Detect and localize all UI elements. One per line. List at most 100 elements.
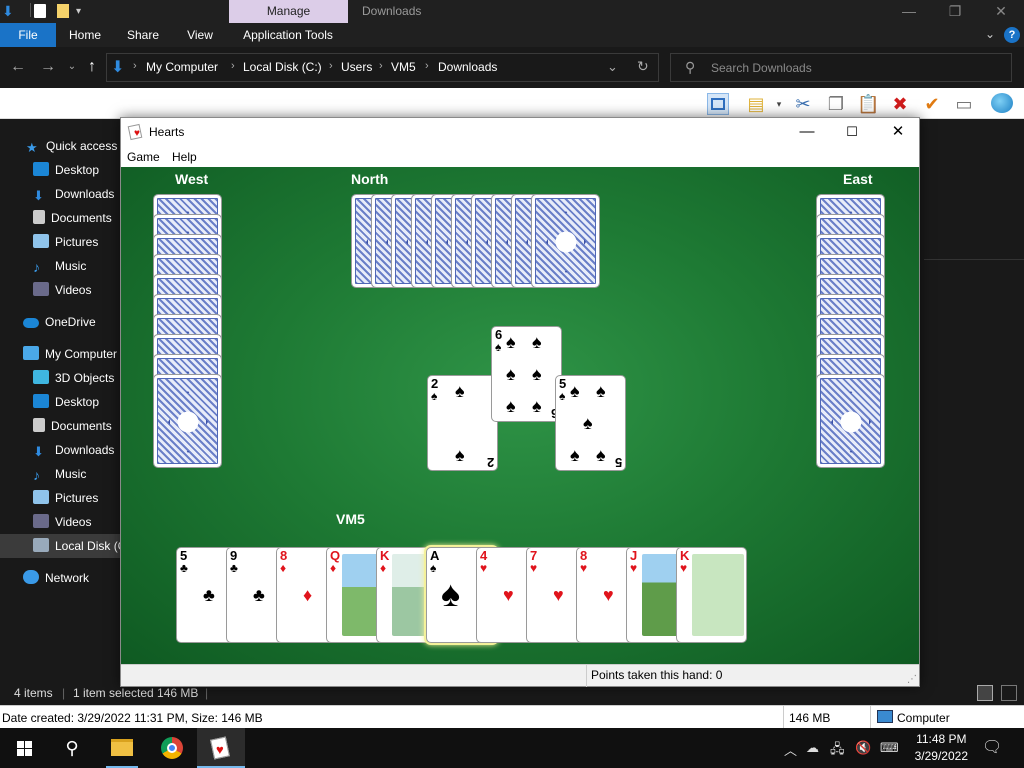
card-back-ornament (546, 211, 586, 273)
clock[interactable]: 11:48 PM 3/29/2022 (915, 731, 968, 765)
spade-pip-icon: ♠ (455, 381, 465, 401)
close-icon[interactable]: ✕ (875, 118, 921, 147)
notification-icon[interactable]: 🗨 (982, 737, 1002, 757)
minimize-icon[interactable]: — (886, 0, 932, 23)
card-back (153, 374, 222, 468)
chevron-down-icon[interactable]: ▾ (768, 93, 790, 115)
breadcrumb-vm5[interactable]: VM5 (391, 60, 416, 74)
pictures-icon (33, 234, 49, 248)
nav-3d-objects[interactable]: 3D Objects (33, 367, 114, 389)
breadcrumb-my-computer[interactable]: My Computer (146, 60, 218, 74)
large-icons-view-icon[interactable] (1001, 685, 1017, 701)
start-windows-icon[interactable] (0, 728, 48, 768)
card-suit: ♥ (580, 561, 588, 575)
menu-help[interactable]: Help (172, 150, 197, 164)
breadcrumb-local-disk[interactable]: Local Disk (C:) (243, 60, 322, 74)
check-mark-icon[interactable]: ✔ (921, 93, 943, 115)
new-folder-icon[interactable] (57, 4, 69, 18)
cut-scissors-icon[interactable]: ✂ (792, 93, 814, 115)
address-bar[interactable]: ⬇ › My Computer › Local Disk (C:) › User… (106, 53, 659, 82)
details-location: Computer (897, 711, 950, 725)
download-icon: ⬇ (33, 444, 44, 459)
chrome-icon[interactable] (148, 728, 196, 768)
nav-my-computer[interactable]: My Computer (23, 343, 117, 365)
rename-icon[interactable]: ▭ (953, 93, 975, 115)
nav-network[interactable]: Network (23, 567, 89, 589)
volume-muted-icon[interactable]: 🔇 (855, 740, 871, 756)
nav-downloads-2[interactable]: ⬇ Downloads (33, 439, 114, 461)
forward-arrow-icon[interactable]: → (39, 58, 57, 76)
tab-home[interactable]: Home (62, 23, 108, 47)
nav-pictures[interactable]: Pictures (33, 231, 98, 253)
divider (783, 706, 784, 730)
card-suit: ♠ (431, 389, 438, 403)
breadcrumb-users[interactable]: Users (341, 60, 372, 74)
expand-ribbon-chevron-icon[interactable]: ⌄ (985, 27, 995, 41)
hearts-taskbar-icon[interactable]: ♥ (197, 728, 245, 768)
nav-local-disk[interactable]: Local Disk (C (33, 535, 126, 557)
globe-icon[interactable] (991, 93, 1013, 115)
keyboard-icon[interactable]: ⌨ (880, 740, 899, 756)
nav-onedrive[interactable]: OneDrive (23, 311, 96, 333)
search-icon[interactable]: ⚲ (48, 728, 96, 768)
nav-desktop-2[interactable]: Desktop (33, 391, 99, 413)
maximize-icon[interactable]: ❐ (932, 0, 978, 23)
nav-documents-2[interactable]: Documents (33, 415, 112, 437)
nav-downloads[interactable]: ⬇ Downloads (33, 183, 114, 205)
show-hidden-icons-chevron-icon[interactable]: ︿ (784, 740, 797, 759)
copy-icon[interactable]: ❐ (825, 93, 847, 115)
back-arrow-icon[interactable]: ← (9, 58, 27, 76)
face-card-art (692, 554, 744, 636)
tab-manage[interactable]: Manage (229, 0, 348, 23)
nav-pictures-2[interactable]: Pictures (33, 487, 98, 509)
network-tray-icon[interactable]: 🖧 (830, 740, 845, 762)
maximize-icon[interactable]: ☐ (829, 118, 875, 147)
paste-clipboard-icon[interactable]: 📋 (857, 93, 879, 115)
chevron-right-icon[interactable]: › (379, 60, 383, 72)
refresh-icon[interactable]: ↻ (637, 58, 649, 75)
customize-toolbar-chevron-icon[interactable]: ▾ (76, 6, 92, 22)
breadcrumb-downloads[interactable]: Downloads (438, 60, 497, 74)
onedrive-cloud-icon[interactable]: ☁ (806, 740, 819, 756)
nav-music[interactable]: ♪ Music (33, 255, 86, 277)
tab-application-tools[interactable]: Application Tools (232, 23, 344, 47)
details-view-icon[interactable] (977, 685, 993, 701)
properties-icon[interactable] (34, 4, 46, 18)
pictures-icon (33, 490, 49, 504)
nav-quick-access[interactable]: ★ Quick access (26, 135, 117, 157)
layout-pane-icon[interactable] (707, 93, 729, 115)
nav-videos[interactable]: Videos (33, 279, 91, 301)
nav-videos-2[interactable]: Videos (33, 511, 91, 533)
item-count: 4 items (14, 686, 53, 700)
minimize-icon[interactable]: — (784, 118, 830, 147)
search-input[interactable]: ⚲ Search Downloads (670, 53, 1012, 82)
tab-share[interactable]: Share (122, 23, 164, 47)
nav-documents[interactable]: Documents (33, 207, 112, 229)
tab-view[interactable]: View (180, 23, 220, 47)
spade-pip-icon: ♠ (455, 445, 465, 465)
nav-desktop[interactable]: Desktop (33, 159, 99, 181)
chevron-right-icon[interactable]: › (329, 60, 333, 72)
address-dropdown-chevron-icon[interactable]: ⌄ (607, 59, 618, 75)
tab-file[interactable]: File (0, 23, 56, 47)
recent-locations-chevron-icon[interactable]: ⌄ (63, 61, 81, 72)
close-icon[interactable]: ✕ (978, 0, 1024, 23)
nav-music-2[interactable]: ♪ Music (33, 463, 86, 485)
up-arrow-icon[interactable]: ↑ (83, 58, 101, 76)
properties-dropdown-icon[interactable]: ▤ (745, 93, 767, 115)
hearts-title: Hearts (149, 125, 185, 139)
delete-x-icon[interactable]: ✖ (889, 93, 911, 115)
file-explorer-icon[interactable] (98, 728, 146, 768)
chevron-right-icon[interactable]: › (425, 60, 429, 72)
hand-card[interactable]: K ♥ (676, 547, 747, 643)
chevron-right-icon[interactable]: › (133, 60, 137, 72)
download-arrow-icon[interactable]: ⬇ (2, 3, 18, 19)
card-suit: ♠ (495, 340, 502, 354)
menu-game[interactable]: Game (127, 150, 160, 164)
spade-pip-icon: ♠ (506, 332, 516, 352)
help-icon[interactable]: ? (1004, 27, 1020, 43)
resize-grip-icon[interactable]: ⋰ (907, 674, 917, 685)
hearts-title-bar: ♥ Hearts — ☐ ✕ (121, 118, 919, 147)
chevron-right-icon[interactable]: › (231, 60, 235, 72)
file-list-area[interactable] (920, 119, 1024, 679)
